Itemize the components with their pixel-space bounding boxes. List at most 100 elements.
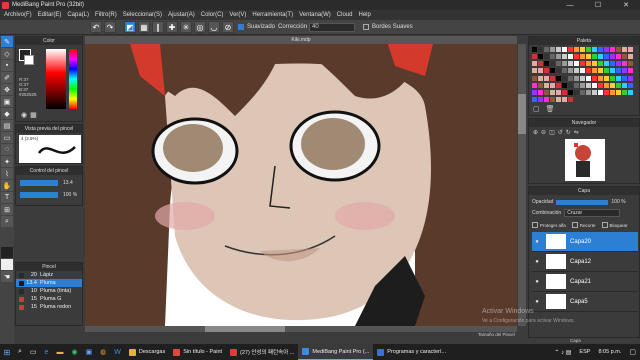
palette-swatch[interactable] (568, 89, 573, 95)
palette-swatch[interactable] (568, 54, 573, 60)
snap-parallel-icon[interactable]: ∥ (152, 21, 164, 33)
palette-swatch[interactable] (568, 75, 573, 81)
palette-swatch[interactable] (628, 82, 633, 88)
correction-select[interactable]: 40 (309, 22, 356, 32)
palette-swatch[interactable] (610, 89, 615, 95)
menu-filter[interactable]: Filtro(R) (95, 12, 117, 18)
palette-swatch[interactable] (538, 61, 543, 67)
menu-help[interactable]: Help (358, 12, 370, 18)
rotate-right-icon[interactable]: ↻ (566, 129, 571, 137)
palette-swatch[interactable] (616, 89, 621, 95)
brush-list-item[interactable]: 10 Pluma (tinta) (16, 287, 82, 295)
palette-swatch[interactable] (604, 61, 609, 67)
edge-browser-icon[interactable]: e (41, 344, 53, 360)
palette-swatch[interactable] (628, 68, 633, 74)
palette-swatch[interactable] (574, 68, 579, 74)
hand-scroll-icon[interactable]: ☚ (1, 271, 13, 282)
text-tool-icon[interactable]: T (1, 192, 13, 203)
palette-swatch[interactable] (580, 68, 585, 74)
color-wheel-icon[interactable]: ◉ (21, 111, 27, 119)
palette-swatch[interactable] (622, 68, 627, 74)
palette-swatch[interactable] (604, 54, 609, 60)
word-icon[interactable]: W (110, 344, 125, 360)
eyedropper-icon[interactable]: ⌇ (1, 168, 13, 179)
palette-swatch[interactable] (562, 54, 567, 60)
layer-visibility-icon[interactable]: ● (532, 239, 542, 245)
palette-swatch[interactable] (532, 68, 537, 74)
palette-swatch[interactable] (610, 82, 615, 88)
palette-swatch[interactable] (610, 47, 615, 52)
palette-swatch[interactable] (592, 61, 597, 67)
palette-swatch[interactable] (538, 68, 543, 74)
palette-swatch[interactable] (628, 89, 633, 95)
palette-swatch[interactable] (550, 75, 555, 81)
foreground-color-swatch[interactable] (1, 247, 13, 258)
clipping-checkbox[interactable] (571, 222, 578, 228)
palette-swatch[interactable] (574, 54, 579, 60)
palette-swatch[interactable] (562, 89, 567, 95)
brush-list-item[interactable]: 15 Pluma redon (16, 303, 82, 311)
hue-slider[interactable] (69, 49, 77, 109)
palette-swatch[interactable] (586, 47, 591, 52)
smoothing-checkbox[interactable] (238, 24, 244, 30)
palette-swatch[interactable] (628, 75, 633, 81)
palette-swatch[interactable] (580, 61, 585, 67)
palette-swatch[interactable] (622, 75, 627, 81)
palette-swatch[interactable] (622, 82, 627, 88)
taskbar-app-button[interactable]: Sin título - Paint (169, 344, 226, 360)
palette-swatch[interactable] (556, 89, 561, 95)
palette-swatch[interactable] (544, 68, 549, 74)
select-pen-icon[interactable]: ✐ (1, 72, 13, 83)
soft-edge-checkbox[interactable] (363, 24, 370, 30)
palette-swatch[interactable] (616, 47, 621, 52)
palette-swatch[interactable] (628, 54, 633, 60)
palette-swatch[interactable] (610, 54, 615, 60)
palette-swatch[interactable] (592, 89, 597, 95)
palette-swatch[interactable] (616, 75, 621, 81)
search-icon[interactable]: ⌕ (14, 344, 26, 360)
palette-swatch[interactable] (592, 75, 597, 81)
zoom-out-icon[interactable]: ⊖ (541, 129, 546, 137)
palette-swatch[interactable] (610, 61, 615, 67)
layer-row[interactable]: ● Capa5 (532, 292, 638, 312)
palette-swatch[interactable] (538, 82, 543, 88)
palette-swatch[interactable] (562, 96, 567, 102)
brush-list-item[interactable]: 20 Lápiz (16, 271, 82, 279)
palette-swatch[interactable] (604, 47, 609, 52)
palette-swatch[interactable] (538, 47, 543, 52)
brush-opacity-slider[interactable] (20, 192, 58, 198)
snap-cross-icon[interactable]: ✚ (166, 21, 178, 33)
palette-swatch[interactable] (598, 89, 603, 95)
add-color-icon[interactable]: ▢ (533, 105, 540, 113)
palette-swatch[interactable] (532, 61, 537, 67)
palette-swatch[interactable] (544, 47, 549, 52)
drawing-canvas[interactable] (85, 36, 517, 326)
navigator-thumbnail[interactable] (565, 139, 605, 181)
palette-swatch[interactable] (568, 96, 573, 102)
palette-swatch[interactable] (586, 61, 591, 67)
palette-swatch[interactable] (586, 89, 591, 95)
file-explorer-icon[interactable]: ▬ (52, 344, 67, 360)
menu-color[interactable]: Color(C) (201, 12, 224, 18)
palette-swatch[interactable] (580, 54, 585, 60)
palette-swatch[interactable] (580, 75, 585, 81)
canvas-tab[interactable]: Kiki.mdp (85, 36, 517, 44)
menu-file[interactable]: Archivo(F) (4, 12, 32, 18)
palette-swatch[interactable] (604, 82, 609, 88)
palette-swatch[interactable] (586, 68, 591, 74)
palette-swatch[interactable] (592, 68, 597, 74)
palette-swatch[interactable] (598, 61, 603, 67)
snap-curve-icon[interactable]: ◡ (208, 21, 220, 33)
palette-swatch[interactable] (532, 82, 537, 88)
layer-row[interactable]: ● Capa12 (532, 252, 638, 272)
firefox-icon[interactable]: ◍ (96, 344, 110, 360)
move-tool-icon[interactable]: ✥ (1, 84, 13, 95)
layer-row[interactable]: ● Capa21 (532, 272, 638, 292)
redo-icon[interactable]: ↷ (104, 21, 116, 33)
notification-icon[interactable]: ▢ (625, 344, 640, 360)
palette-swatch[interactable] (598, 47, 603, 52)
palette-swatch[interactable] (568, 82, 573, 88)
palette-swatch[interactable] (544, 96, 549, 102)
palette-swatch[interactable] (532, 96, 537, 102)
flip-icon[interactable]: ⇋ (574, 129, 579, 137)
